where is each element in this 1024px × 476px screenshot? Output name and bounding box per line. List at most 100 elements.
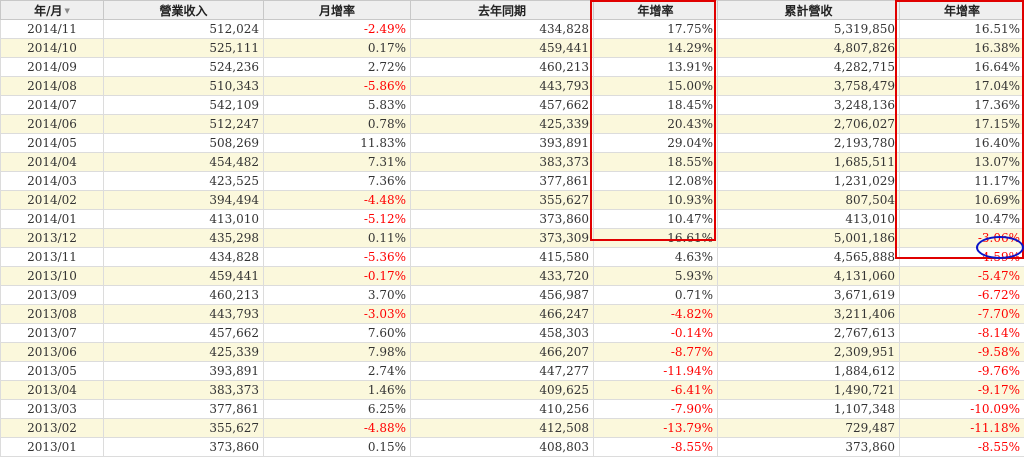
cell-yoy: 10.93%	[593, 190, 718, 210]
cell-yoy: 16.61%	[593, 228, 718, 248]
cell-cum-yoy: -10.09%	[899, 399, 1024, 419]
cell-last-year: 415,580	[410, 247, 594, 267]
cell-mom: 6.25%	[263, 399, 411, 419]
cell-cumulative: 2,309,951	[717, 342, 900, 362]
cell-last-year: 456,987	[410, 285, 594, 305]
cell-yoy: 10.47%	[593, 209, 718, 229]
cell-cumulative: 807,504	[717, 190, 900, 210]
table-row: 2013/08 443,793 -3.03% 466,247 -4.82% 3,211,4…	[0, 304, 1024, 324]
sort-arrow-icon[interactable]: ▼	[65, 7, 70, 15]
cell-month: 2014/05	[0, 133, 104, 153]
cell-revenue: 525,111	[103, 38, 264, 58]
cell-yoy: -0.14%	[593, 323, 718, 343]
cell-cum-yoy: 17.04%	[899, 76, 1024, 96]
cell-last-year: 373,309	[410, 228, 594, 248]
cell-yoy: -13.79%	[593, 418, 718, 438]
cell-month: 2013/08	[0, 304, 104, 324]
cell-last-year: 460,213	[410, 57, 594, 77]
cell-yoy: 14.29%	[593, 38, 718, 58]
cell-mom: 3.70%	[263, 285, 411, 305]
cell-cum-yoy: 10.69%	[899, 190, 1024, 210]
cell-last-year: 447,277	[410, 361, 594, 381]
cell-cumulative: 5,319,850	[717, 19, 900, 39]
cell-yoy: 18.45%	[593, 95, 718, 115]
cell-month: 2014/07	[0, 95, 104, 115]
cell-last-year: 443,793	[410, 76, 594, 96]
cell-month: 2014/11	[0, 19, 104, 39]
cell-cumulative: 4,282,715	[717, 57, 900, 77]
cell-mom: -3.03%	[263, 304, 411, 324]
cell-mom: -5.86%	[263, 76, 411, 96]
table-row: 2013/04 383,373 1.46% 409,625 -6.41% 1,490,72…	[0, 380, 1024, 400]
cell-cum-yoy: -4.59%	[899, 247, 1024, 267]
col-header-mom[interactable]: 月增率	[263, 0, 411, 20]
cell-last-year: 355,627	[410, 190, 594, 210]
cell-yoy: -11.94%	[593, 361, 718, 381]
cell-yoy: 29.04%	[593, 133, 718, 153]
cell-cumulative: 1,107,348	[717, 399, 900, 419]
col-header-cum-yoy[interactable]: 年增率	[899, 0, 1024, 20]
table-row: 2013/03 377,861 6.25% 410,256 -7.90% 1,107,34…	[0, 399, 1024, 419]
cell-yoy: 5.93%	[593, 266, 718, 286]
cell-yoy: -8.55%	[593, 437, 718, 457]
col-header-yoy[interactable]: 年增率	[593, 0, 718, 20]
cell-cumulative: 3,671,619	[717, 285, 900, 305]
cell-mom: 7.98%	[263, 342, 411, 362]
cell-last-year: 459,441	[410, 38, 594, 58]
cell-last-year: 373,860	[410, 209, 594, 229]
cell-cum-yoy: -5.47%	[899, 266, 1024, 286]
table-row: 2014/09 524,236 2.72% 460,213 13.91% 4,282,71…	[0, 57, 1024, 77]
cell-revenue: 512,024	[103, 19, 264, 39]
cell-revenue: 459,441	[103, 266, 264, 286]
col-header-cumulative[interactable]: 累計營收	[717, 0, 900, 20]
revenue-table: 年/月 ▼ 營業收入 月增率 去年同期 年增率 累計營收 年增率 2014/11 5…	[0, 0, 1024, 457]
table-row: 2013/09 460,213 3.70% 456,987 0.71% 3,671,619…	[0, 285, 1024, 305]
cell-mom: 0.15%	[263, 437, 411, 457]
cell-cum-yoy: -9.76%	[899, 361, 1024, 381]
cell-last-year: 383,373	[410, 152, 594, 172]
cell-last-year: 377,861	[410, 171, 594, 191]
cell-mom: 0.17%	[263, 38, 411, 58]
cell-month: 2013/01	[0, 437, 104, 457]
cell-revenue: 443,793	[103, 304, 264, 324]
cell-yoy: 0.71%	[593, 285, 718, 305]
cell-revenue: 377,861	[103, 399, 264, 419]
cell-yoy: 13.91%	[593, 57, 718, 77]
cell-mom: 7.36%	[263, 171, 411, 191]
cell-revenue: 383,373	[103, 380, 264, 400]
cell-month: 2014/09	[0, 57, 104, 77]
cell-cum-yoy: -8.55%	[899, 437, 1024, 457]
cell-mom: -4.48%	[263, 190, 411, 210]
table-row: 2013/05 393,891 2.74% 447,277 -11.94% 1,884,6…	[0, 361, 1024, 381]
cell-mom: 0.11%	[263, 228, 411, 248]
col-header-month[interactable]: 年/月 ▼	[0, 0, 104, 20]
cell-last-year: 466,247	[410, 304, 594, 324]
cell-revenue: 457,662	[103, 323, 264, 343]
cell-yoy: -4.82%	[593, 304, 718, 324]
col-header-last-year[interactable]: 去年同期	[410, 0, 594, 20]
table-row: 2013/02 355,627 -4.88% 412,508 -13.79% 729,48…	[0, 418, 1024, 438]
cell-last-year: 410,256	[410, 399, 594, 419]
cell-month: 2013/11	[0, 247, 104, 267]
cell-mom: 11.83%	[263, 133, 411, 153]
cell-month: 2014/01	[0, 209, 104, 229]
table-row: 2013/12 435,298 0.11% 373,309 16.61% 5,001,18…	[0, 228, 1024, 248]
cell-cumulative: 3,758,479	[717, 76, 900, 96]
cell-cum-yoy: -11.18%	[899, 418, 1024, 438]
cell-revenue: 425,339	[103, 342, 264, 362]
cell-month: 2013/07	[0, 323, 104, 343]
cell-month: 2014/02	[0, 190, 104, 210]
cell-revenue: 423,525	[103, 171, 264, 191]
cell-revenue: 512,247	[103, 114, 264, 134]
cell-revenue: 460,213	[103, 285, 264, 305]
cell-cum-yoy: 17.15%	[899, 114, 1024, 134]
cell-cumulative: 1,685,511	[717, 152, 900, 172]
col-header-revenue[interactable]: 營業收入	[103, 0, 264, 20]
table-row: 2013/11 434,828 -5.36% 415,580 4.63% 4,565,88…	[0, 247, 1024, 267]
cell-month: 2013/05	[0, 361, 104, 381]
cell-month: 2013/10	[0, 266, 104, 286]
table-row: 2014/07 542,109 5.83% 457,662 18.45% 3,248,13…	[0, 95, 1024, 115]
cell-cum-yoy: 10.47%	[899, 209, 1024, 229]
cell-month: 2014/03	[0, 171, 104, 191]
cell-mom: 7.31%	[263, 152, 411, 172]
